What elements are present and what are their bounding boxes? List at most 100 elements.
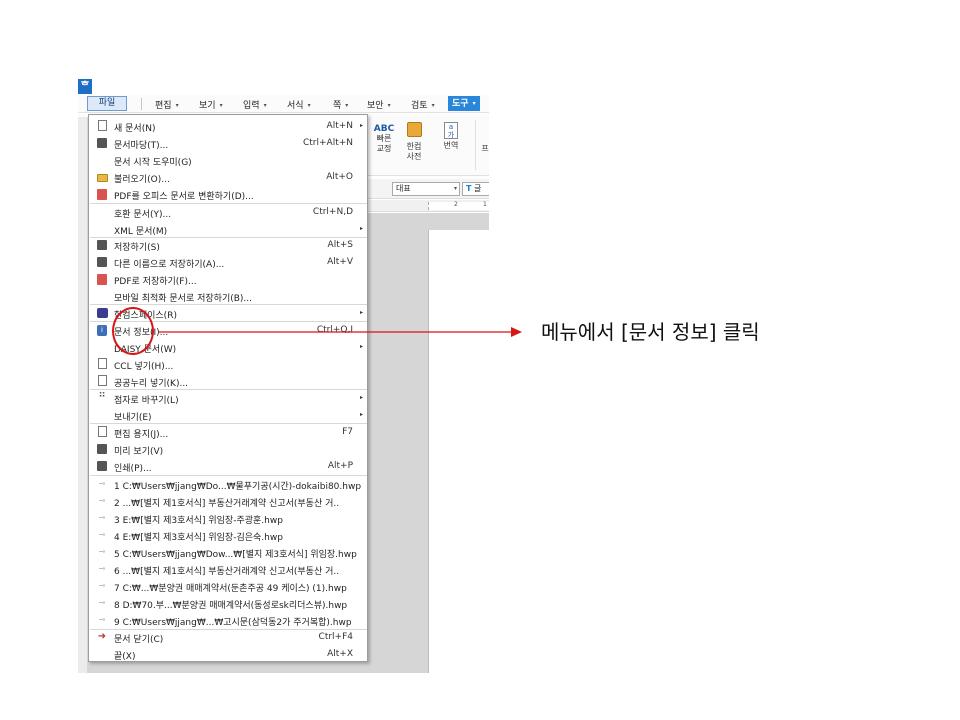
font-icon: T — [466, 184, 472, 193]
recent-file-item[interactable]: ⊸ 5 C:₩Users₩jjang₩Dow...₩[별지 제3호서식] 위임장… — [90, 544, 367, 561]
menu-format[interactable]: 서식 ▾ — [287, 98, 311, 111]
pin-icon: ⊸ — [98, 547, 106, 556]
menu-item-send[interactable]: 보내기(E) ▸ — [90, 407, 367, 424]
menu-item-new-document[interactable]: 새 문서(N) Alt+N ▸ — [90, 118, 367, 135]
pin-icon: ⊸ — [98, 479, 106, 488]
page-setup-icon — [98, 426, 107, 437]
recent-file-item[interactable]: ⊸ 4 E:₩[별지 제3호서식] 위임장-김은숙.hwp — [90, 527, 367, 544]
pdf-convert-icon — [97, 189, 107, 200]
hancom-dictionary-button[interactable]: 한컴 사전 — [401, 122, 427, 162]
document-info-icon: i — [97, 325, 107, 336]
recent-file-item[interactable]: ⊸ 8 D:₩70.부...₩분양권 매매계약서(동성로sk리더스뷰).hwp — [90, 595, 367, 612]
menu-insert[interactable]: 입력 ▾ — [243, 98, 267, 111]
menu-item-xml-document[interactable]: XML 문서(M) ▸ — [90, 221, 367, 238]
chevron-down-icon: ▾ — [431, 102, 435, 109]
ccl-icon — [98, 358, 107, 369]
menu-view[interactable]: 보기 ▾ — [199, 98, 223, 111]
recent-file-item[interactable]: ⊸ 7 C:₩...₩분양권 매매계약서(둔촌주공 49 케이스) (1).hw… — [90, 578, 367, 595]
highlight-circle — [112, 307, 154, 355]
ruler-page-area — [428, 202, 489, 210]
ribbon-more-label[interactable]: 프 — [480, 144, 489, 154]
left-panel-edge — [78, 117, 88, 673]
pin-icon: ⊸ — [98, 530, 106, 539]
menu-item-preview[interactable]: 미리 보기(V) — [90, 441, 367, 458]
menu-item-save-pdf[interactable]: PDF로 저장하기(F)... — [90, 271, 367, 288]
save-as-icon — [97, 257, 107, 267]
chevron-down-icon: ▾ — [472, 100, 476, 107]
save-pdf-icon — [97, 274, 107, 285]
quick-correct-button[interactable]: ABC 빠른 교정 — [370, 124, 398, 154]
close-document-icon: ➜ — [97, 631, 107, 642]
font-select[interactable]: T 글 — [462, 182, 489, 196]
menu-item-page-setup[interactable]: 편집 용지(J)... F7 — [90, 424, 367, 441]
menu-item-open[interactable]: 불러오기(O)... Alt+O — [90, 169, 367, 186]
spell-check-icon: ABC — [373, 124, 395, 134]
menu-separator — [141, 98, 142, 110]
print-icon — [97, 461, 107, 471]
pin-icon: ⊸ — [98, 564, 106, 573]
menu-tools[interactable]: 도구 ▾ — [448, 96, 480, 111]
recent-file-item[interactable]: ⊸ 9 C:₩Users₩jjang₩...₩고시문(삼덕동2가 주거복합).h… — [90, 612, 367, 629]
recent-file-item[interactable]: ⊸ 3 E:₩[별지 제3호서식] 위임장-주광훈.hwp — [90, 510, 367, 527]
style-select[interactable]: 대표 ▾ — [392, 182, 460, 196]
instruction-caption: 메뉴에서 [문서 정보] 클릭 — [541, 320, 760, 344]
menu-item-insert-kogl[interactable]: 공공누리 넣기(K)... — [90, 373, 367, 390]
menu-item-save-as[interactable]: 다른 이름으로 저장하기(A)... Alt+V — [90, 254, 367, 271]
open-folder-icon — [97, 174, 108, 182]
chevron-down-icon: ▾ — [219, 102, 223, 109]
recent-file-item[interactable]: ⊸ 2 ...₩[별지 제1호서식] 부동산거래계약 신고서(부동산 거.. — [90, 493, 367, 510]
submenu-arrow-icon: ▸ — [359, 225, 363, 232]
ruler-tick: 1 — [483, 201, 487, 208]
save-icon — [97, 240, 107, 250]
submenu-arrow-icon: ▸ — [359, 309, 363, 316]
hangul-app-icon: ᄒ — [78, 79, 92, 94]
menu-item-pdf-convert[interactable]: PDF를 오피스 문서로 변환하기(D)... — [90, 186, 367, 203]
pin-icon: ⊸ — [98, 615, 106, 624]
translate-button[interactable]: a 가 번역 — [440, 122, 462, 151]
menu-bar: 파일 편집 ▾ 보기 ▾ 입력 ▾ 서식 ▾ 쪽 ▾ 보안 ▾ 검토 ▾ 도구 ▾ — [78, 95, 489, 113]
document-page[interactable] — [428, 230, 489, 673]
ruler-tick: 2 — [454, 201, 458, 208]
recent-file-item[interactable]: ⊸ 1 C:₩Users₩jjang₩Do...₩물푸기공(시간)-dokaib… — [90, 476, 367, 493]
menu-item-print[interactable]: 인쇄(P)... Alt+P — [90, 458, 367, 475]
menu-item-braille[interactable]: ⠛ 점자로 바꾸기(L) ▸ — [90, 390, 367, 407]
kogl-icon — [98, 375, 107, 386]
hancom-space-icon — [97, 308, 108, 318]
menu-item-save[interactable]: 저장하기(S) Alt+S — [90, 237, 367, 254]
template-icon — [97, 138, 107, 148]
pin-icon: ⊸ — [98, 513, 106, 522]
menu-item-close-document[interactable]: ➜ 문서 닫기(C) Ctrl+F4 — [90, 629, 367, 646]
menu-page[interactable]: 쪽 ▾ — [333, 98, 348, 111]
menu-item-save-mobile[interactable]: 모바일 최적화 문서로 저장하기(B)... — [90, 288, 367, 305]
menu-item-insert-ccl[interactable]: CCL 넣기(H)... — [90, 356, 367, 373]
chevron-down-icon: ▾ — [345, 102, 349, 109]
submenu-arrow-icon: ▸ — [359, 411, 363, 418]
chevron-down-icon: ▾ — [175, 102, 179, 109]
preview-icon — [97, 444, 107, 454]
ribbon-divider — [475, 120, 476, 170]
menu-item-compatible-document[interactable]: 호환 문서(Y)... Ctrl+N,D — [90, 204, 367, 221]
submenu-arrow-icon: ▸ — [359, 343, 363, 350]
recent-file-item[interactable]: ⊸ 6 ...₩[별지 제1호서식] 부동산거래계약 신고서(부동산 거.. — [90, 561, 367, 578]
dictionary-icon — [406, 122, 422, 137]
file-menu-dropdown: 새 문서(N) Alt+N ▸ 문서마당(T)... Ctrl+Alt+N 문서… — [88, 114, 368, 662]
new-document-icon — [98, 120, 107, 131]
pin-icon: ⊸ — [98, 496, 106, 505]
menu-file[interactable]: 파일 — [87, 96, 127, 111]
chevron-down-icon: ▾ — [453, 185, 457, 192]
menu-security[interactable]: 보안 ▾ — [367, 98, 391, 111]
menu-edit[interactable]: 편집 ▾ — [155, 98, 179, 111]
chevron-down-icon: ▾ — [263, 102, 267, 109]
chevron-down-icon: ▾ — [307, 102, 311, 109]
submenu-arrow-icon: ▸ — [359, 394, 363, 401]
chevron-down-icon: ▾ — [387, 102, 391, 109]
menu-item-exit[interactable]: 끝(X) Alt+X — [90, 646, 367, 663]
slide: ᄒ 파일 편집 ▾ 보기 ▾ 입력 ▾ 서식 ▾ 쪽 ▾ 보안 ▾ 검토 ▾ 도구 ▾ ABC … — [0, 0, 960, 720]
menu-review[interactable]: 검토 ▾ — [411, 98, 435, 111]
translate-icon: a 가 — [444, 122, 458, 139]
submenu-arrow-icon: ▸ — [359, 122, 363, 129]
pin-icon: ⊸ — [98, 581, 106, 590]
menu-item-template-gallery[interactable]: 문서마당(T)... Ctrl+Alt+N — [90, 135, 367, 152]
menu-item-start-wizard[interactable]: 문서 시작 도우미(G) — [90, 152, 367, 169]
pin-icon: ⊸ — [98, 598, 106, 607]
